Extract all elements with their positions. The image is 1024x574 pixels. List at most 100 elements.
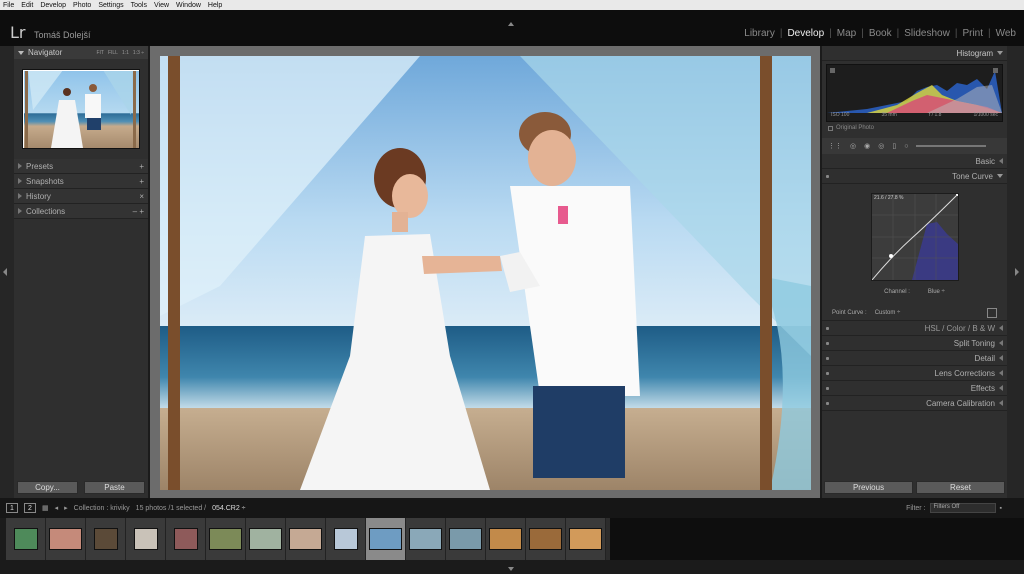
previous-button[interactable]: Previous	[824, 481, 913, 494]
camera-calibration-section[interactable]: Camera Calibration	[822, 396, 1007, 411]
basic-section[interactable]: Basic	[822, 154, 1007, 169]
film-thumb[interactable]	[246, 518, 286, 560]
redeye-icon[interactable]: ◎	[878, 142, 884, 150]
crop-tool-icon[interactable]: ◎	[850, 142, 856, 150]
module-map[interactable]: Map	[837, 28, 856, 39]
detail-section[interactable]: Detail	[822, 351, 1007, 366]
zoom-1-1[interactable]: 1:1	[122, 50, 129, 56]
module-library[interactable]: Library	[744, 28, 775, 39]
photo-count: 15 photos /1 selected /	[135, 504, 207, 512]
module-book[interactable]: Book	[869, 28, 892, 39]
film-thumb[interactable]	[326, 518, 366, 560]
snapshots-add-button[interactable]: +	[139, 177, 144, 186]
effects-section[interactable]: Effects	[822, 381, 1007, 396]
zoom-fit[interactable]: FIT	[96, 50, 104, 56]
parametric-toggle-icon[interactable]	[987, 308, 997, 318]
menu-file[interactable]: File	[3, 2, 14, 9]
film-thumb[interactable]	[166, 518, 206, 560]
film-thumb[interactable]	[46, 518, 86, 560]
collapse-right-icon[interactable]	[1015, 268, 1019, 276]
copy-button[interactable]: Copy...	[17, 481, 78, 494]
histogram[interactable]: ISO 100 35 mm f / 1.8 1/1000 sec	[826, 64, 1003, 122]
main-photo[interactable]	[160, 56, 811, 490]
right-buttons: Previous Reset	[824, 481, 1006, 494]
film-thumb[interactable]	[486, 518, 526, 560]
channel-select[interactable]: Channel : Blue ÷	[822, 289, 1007, 295]
navigator-view-box[interactable]	[23, 70, 139, 148]
menu-window[interactable]: Window	[176, 2, 201, 9]
menu-develop[interactable]: Develop	[40, 2, 66, 9]
collections-panel[interactable]: Collections – +	[14, 204, 148, 219]
zoom-custom[interactable]: 1:3 ÷	[133, 50, 144, 56]
tone-curve-section[interactable]: Tone Curve	[822, 169, 1007, 184]
original-label: Original Photo	[836, 125, 875, 131]
split-toning-section[interactable]: Split Toning	[822, 336, 1007, 351]
navigator-preview[interactable]	[22, 69, 140, 149]
curve-graph[interactable]: 21.6 / 27.8 %	[871, 192, 960, 281]
filter-select[interactable]: Filters Off	[929, 503, 996, 513]
point-curve-value[interactable]: Custom ÷	[875, 310, 901, 316]
grid-tool-icon[interactable]: ⋮⋮	[828, 142, 842, 150]
tone-curve-label: Tone Curve	[952, 171, 993, 181]
history-clear-button[interactable]: ×	[139, 192, 144, 201]
histogram-header[interactable]: Histogram	[822, 46, 1007, 61]
module-develop[interactable]: Develop	[787, 28, 824, 39]
film-thumb-selected[interactable]	[366, 518, 406, 560]
bw-tab[interactable]: B & W	[972, 324, 995, 333]
reset-button[interactable]: Reset	[916, 481, 1005, 494]
presets-label: Presets	[26, 161, 54, 171]
snapshots-panel[interactable]: Snapshots +	[14, 174, 148, 189]
menu-tools[interactable]: Tools	[131, 2, 147, 9]
film-thumb[interactable]	[126, 518, 166, 560]
point-curve-select: Point Curve : Custom ÷	[822, 305, 1007, 321]
presets-add-button[interactable]: +	[139, 162, 144, 171]
primary-window-button[interactable]: 1	[6, 503, 18, 513]
film-thumb[interactable]	[406, 518, 446, 560]
collapse-top-icon[interactable]	[508, 22, 514, 26]
menu-help[interactable]: Help	[208, 2, 222, 9]
brush-slider[interactable]	[916, 145, 987, 147]
selected-file[interactable]: 054.CR2 ÷	[212, 505, 245, 512]
film-thumb[interactable]	[206, 518, 246, 560]
module-slideshow[interactable]: Slideshow	[904, 28, 950, 39]
film-thumb[interactable]	[86, 518, 126, 560]
menu-view[interactable]: View	[154, 2, 169, 9]
module-web[interactable]: Web	[996, 28, 1016, 39]
zoom-fill[interactable]: FILL	[108, 50, 118, 56]
forward-arrow-icon[interactable]: ▸	[64, 504, 68, 512]
lock-icon[interactable]: ▪	[1000, 505, 1002, 512]
original-photo-toggle[interactable]: Original Photo	[822, 122, 1007, 134]
color-tab[interactable]: Color	[947, 324, 966, 333]
menu-photo[interactable]: Photo	[73, 2, 91, 9]
navigator-header[interactable]: Navigator FIT FILL 1:1 1:3 ÷	[14, 46, 148, 59]
collections-buttons[interactable]: – +	[133, 207, 144, 216]
collection-source[interactable]: Collection : kriviky	[74, 505, 130, 512]
back-arrow-icon[interactable]: ◂	[55, 504, 59, 512]
radial-filter-icon[interactable]: ○	[904, 143, 908, 150]
presets-panel[interactable]: Presets +	[14, 159, 148, 174]
collapse-bottom-icon[interactable]	[508, 567, 514, 571]
secondary-window-button[interactable]: 2	[24, 503, 36, 513]
hsl-section[interactable]: HSL / Color / B & W	[822, 321, 1007, 336]
lens-corrections-section[interactable]: Lens Corrections	[822, 366, 1007, 381]
graduated-filter-icon[interactable]: ▯	[892, 142, 896, 150]
basic-label: Basic	[975, 156, 995, 166]
paste-button[interactable]: Paste	[84, 481, 145, 494]
menu-edit[interactable]: Edit	[21, 2, 33, 9]
history-panel[interactable]: History ×	[14, 189, 148, 204]
film-thumb[interactable]	[6, 518, 46, 560]
camera-calibration-label: Camera Calibration	[926, 398, 995, 408]
menu-settings[interactable]: Settings	[98, 2, 123, 9]
spot-removal-icon[interactable]: ◉	[864, 142, 870, 150]
film-thumb[interactable]	[286, 518, 326, 560]
filmstrip-empty	[610, 518, 1024, 560]
channel-value[interactable]: Blue ÷	[928, 289, 945, 295]
original-checkbox[interactable]	[828, 125, 833, 131]
film-thumb[interactable]	[566, 518, 606, 560]
film-thumb[interactable]	[446, 518, 486, 560]
hsl-tab[interactable]: HSL	[925, 324, 940, 333]
collapse-left-icon[interactable]	[3, 268, 7, 276]
grid-view-icon[interactable]: ▦	[42, 504, 49, 512]
film-thumb[interactable]	[526, 518, 566, 560]
module-print[interactable]: Print	[962, 28, 983, 39]
